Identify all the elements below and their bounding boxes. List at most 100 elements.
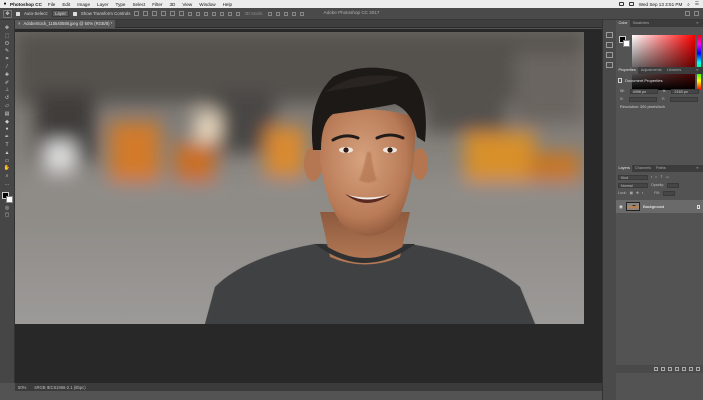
eye-icon[interactable]: ◉ [619,204,623,210]
gradient-tool-icon[interactable]: ▤ [3,111,11,117]
tab-channels[interactable]: Channels [632,165,653,172]
height-field[interactable]: 2160 px [671,89,700,94]
menu-app-name[interactable]: Photoshop CC [10,2,42,7]
lock-position-icon[interactable]: ✥ [636,191,639,195]
window-title: Adobe Photoshop CC 2017 [323,10,380,15]
color-swatches[interactable] [1,191,13,203]
color-panel-background[interactable] [623,40,630,47]
filter-shape-icon[interactable]: ▭ [666,175,669,179]
menu-layer[interactable]: Layer [97,2,109,7]
resolution-row: Resolution: 300 pixels/inch [620,105,665,109]
menu-image[interactable]: Image [77,2,90,7]
size-row: W: 4096 px H: 2160 px [620,89,700,94]
x-field[interactable] [628,97,657,102]
portrait-photo [15,32,584,324]
quick-mask-icon[interactable]: ◎ [3,205,11,211]
y-field[interactable] [669,97,698,102]
eyedropper-tool-icon[interactable]: ⁄ [3,64,11,70]
pen-tool-icon[interactable]: ✒ [3,134,11,140]
macos-menu-bar: ● Photoshop CC File Edit Image Layer Typ… [0,0,703,8]
delete-layer-icon[interactable] [696,367,700,371]
lasso-tool-icon[interactable]: ʘ [3,41,11,47]
opacity-field[interactable] [667,182,680,188]
menu-edit[interactable]: Edit [62,2,70,7]
blur-tool-icon[interactable]: ◆ [3,119,11,125]
layers-panel: Layers Channels Paths ≡ Kind ▪ ◐ T ▭ Nor… [616,165,703,400]
lock-pixels-icon[interactable]: ▦ [630,191,633,195]
marquee-tool-icon[interactable]: ⬚ [3,33,11,39]
layer-row-background[interactable]: ◉ Background [616,200,703,213]
character-panel-icon[interactable] [606,52,613,58]
filter-type-icon[interactable]: T [660,175,662,179]
more-tools-icon[interactable]: … [3,181,11,187]
apple-icon[interactable]: ● [0,1,10,7]
document-photo[interactable] [15,32,584,324]
layer-mask-icon[interactable] [668,367,672,371]
crop-tool-icon[interactable]: ⌗ [3,56,11,62]
document-tab-close[interactable]: × [18,20,20,28]
fill-field[interactable] [662,190,675,196]
layer-style-icon[interactable] [661,367,665,371]
filter-pixel-icon[interactable]: ▪ [651,175,652,179]
zoom-level[interactable]: 50% [18,385,26,390]
menu-select[interactable]: Select [132,2,145,7]
tab-properties[interactable]: Properties [616,67,639,74]
paragraph-panel-icon[interactable] [606,62,613,68]
menubar-clock[interactable]: Wed Sep 13 3:51 PM [639,2,683,7]
layers-footer [616,365,703,373]
lock-row: Lock: ▦ ✥ ▪ Fill: [618,190,701,196]
tab-adjustments[interactable]: Adjustments [638,67,664,74]
spotlight-icon[interactable]: ⌕ [687,2,690,7]
lock-all-icon[interactable]: ▪ [642,191,643,195]
tab-libraries[interactable]: Libraries [664,67,684,74]
layers-panel-menu-icon[interactable]: ≡ [694,165,701,172]
brush-tool-icon[interactable]: ✐ [3,80,11,86]
new-layer-icon[interactable] [689,367,693,371]
link-layers-icon[interactable] [654,367,658,371]
menu-file[interactable]: File [48,2,55,7]
menu-type[interactable]: Type [116,2,126,7]
quick-select-tool-icon[interactable]: ✎ [3,48,11,54]
width-field[interactable]: 4096 px [629,89,658,94]
properties-panel: Properties Adjustments Libraries ≡ Docum… [616,67,703,167]
layer-thumbnail [625,202,640,211]
zoom-tool-icon[interactable]: ⌕ [3,173,11,179]
history-brush-tool-icon[interactable]: ↺ [3,95,11,101]
menu-window[interactable]: Window [199,2,215,7]
right-panel-dock: Color Swatches ≡ Properties Adjustments … [616,20,703,400]
document-info[interactable]: sRGB IEC61966-2.1 (8bpc) [34,385,85,390]
menu-help[interactable]: Help [223,2,232,7]
brush-panel-icon[interactable] [606,42,613,48]
healing-brush-tool-icon[interactable]: ✚ [3,72,11,78]
eraser-tool-icon[interactable]: ▱ [3,103,11,109]
new-group-icon[interactable] [682,367,686,371]
screen-mode-icon[interactable]: ▢ [3,212,11,218]
notification-center-icon[interactable]: ☰ [695,1,699,7]
document-tab[interactable]: × AdobeStock_115540588.jpeg @ 50% (RGB/8… [15,20,116,28]
position-row: X: Y: [620,97,698,102]
hand-tool-icon[interactable]: ✋ [3,165,11,171]
filter-adjustment-icon[interactable]: ◐ [655,175,657,179]
wifi-icon[interactable] [618,2,624,6]
layer-filter-kind[interactable]: Kind [618,174,648,180]
layer-name[interactable]: Background [643,204,664,209]
tab-layers[interactable]: Layers [616,165,633,172]
document-icon [618,77,622,83]
properties-panel-menu-icon[interactable]: ≡ [694,67,701,74]
history-panel-icon[interactable] [606,32,613,38]
adjustment-layer-icon[interactable] [675,367,679,371]
dodge-tool-icon[interactable]: ● [3,126,11,132]
blend-mode-dropdown[interactable]: Normal [618,182,648,188]
background-color-swatch[interactable] [5,195,13,203]
clone-stamp-tool-icon[interactable]: ⊥ [3,87,11,93]
path-selection-tool-icon[interactable]: ▲ [3,150,11,156]
menu-filter[interactable]: Filter [152,2,162,7]
menu-3d[interactable]: 3D [169,2,175,7]
x-label: X: [620,97,624,101]
move-tool-icon[interactable]: ✥ [3,25,11,31]
menu-view[interactable]: View [182,2,192,7]
type-tool-icon[interactable]: T [3,142,11,148]
rectangle-tool-icon[interactable]: ▭ [3,158,11,164]
tab-paths[interactable]: Paths [653,165,668,172]
battery-icon[interactable] [628,2,634,6]
